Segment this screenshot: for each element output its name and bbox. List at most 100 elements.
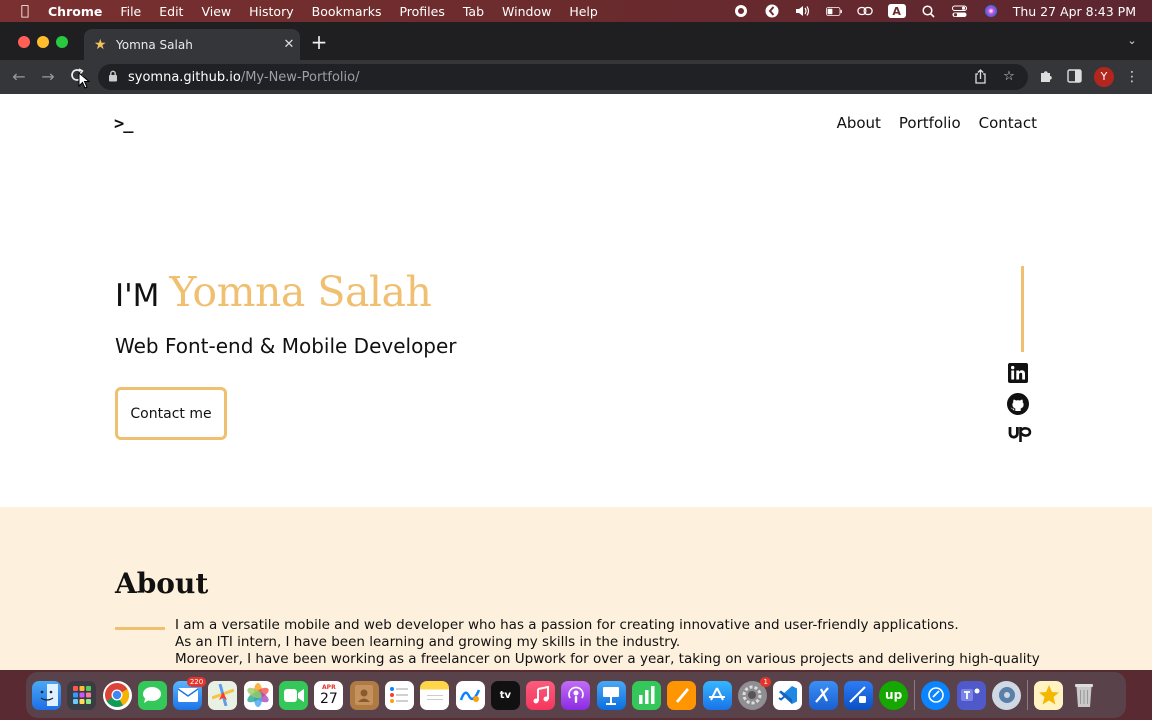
menubar-clock[interactable]: Thu 27 Apr 8:43 PM [1013,4,1136,19]
mouse-cursor-icon [78,72,90,89]
upwork-dock-icon[interactable]: up [879,680,909,710]
menu-window[interactable]: Window [502,4,551,19]
reminders-icon[interactable] [384,680,414,710]
about-heading: About [115,567,209,600]
about-accent-rule [115,627,165,630]
url-path: /My-New-Portfolio/ [240,69,360,85]
url-host: syomna.github.io [128,69,241,85]
calendar-day: 27 [319,690,338,707]
facetime-icon[interactable] [279,680,309,710]
about-line-3: Moreover, I have been working as a freel… [175,651,1040,667]
xcode-icon[interactable] [808,680,838,710]
menu-view[interactable]: View [201,4,231,19]
launchpad-icon[interactable] [67,680,97,710]
browser-chrome: ★ Yomna Salah ✕ + ⌄ ← → syomna.github.io… [0,22,1152,94]
trash-icon[interactable] [1070,681,1099,710]
notes-icon[interactable] [420,680,450,710]
new-tab-button[interactable]: + [309,32,329,52]
hero-prefix: I'M [115,278,160,314]
chrome-icon[interactable] [102,680,132,710]
finder-icon[interactable] [32,680,61,710]
tab-title: Yomna Salah [116,37,193,52]
menu-profiles[interactable]: Profiles [399,4,444,19]
menu-app-name[interactable]: Chrome [48,4,102,19]
window-close-button[interactable] [18,36,30,48]
vscode-icon[interactable] [773,680,803,710]
window-minimize-button[interactable] [37,36,49,48]
hero-heading: I'M Yomna Salah [115,268,432,316]
disk-utility-icon[interactable] [992,680,1022,710]
window-zoom-button[interactable] [56,36,68,48]
system-settings-icon[interactable]: 1 [737,676,771,710]
bookmark-star-icon[interactable]: ☆ [1001,69,1017,85]
app-store-icon[interactable] [702,680,732,710]
calendar-icon[interactable]: APR 27 [314,680,344,710]
freeform-icon[interactable] [455,680,485,710]
social-divider-line [1021,266,1024,352]
mail-unread-badge: 220 [186,676,207,687]
site-logo[interactable]: >_ [114,114,134,134]
starred-folder-icon[interactable] [1034,680,1064,710]
back-button[interactable]: ← [9,67,29,87]
about-text: I am a versatile mobile and web develope… [175,617,1040,668]
messages-icon[interactable] [137,680,167,710]
contacts-icon[interactable] [349,680,379,710]
nav-link-about[interactable]: About [837,114,881,132]
apple-tv-icon[interactable]: tv [490,680,520,710]
tab-search-chevron-icon[interactable]: ⌄ [1124,34,1140,50]
star-favicon-icon: ★ [94,36,107,53]
keynote-icon[interactable] [596,680,626,710]
simulator-icon[interactable] [843,680,873,710]
address-bar[interactable]: syomna.github.io /My-New-Portfolio/ ☆ [98,64,1028,90]
settings-badge: 1 [760,676,771,687]
apple-menu-icon[interactable]:  [16,3,34,19]
lock-icon[interactable] [108,70,122,85]
menu-bookmarks[interactable]: Bookmarks [312,4,382,19]
side-panel-icon[interactable] [1066,69,1082,85]
teams-icon[interactable] [956,680,986,710]
menu-help[interactable]: Help [569,4,598,19]
maps-icon[interactable] [208,680,238,710]
screen-record-icon[interactable] [733,4,749,18]
profile-avatar[interactable]: Y [1094,67,1114,87]
hero-name: Yomna Salah [169,268,432,316]
pages-icon[interactable] [667,680,697,710]
extensions-puzzle-icon[interactable] [1038,69,1054,85]
control-center-icon[interactable] [952,4,968,18]
contact-me-button[interactable]: Contact me [115,387,227,440]
input-source-icon[interactable]: A [887,4,906,18]
linkedin-icon[interactable] [1007,362,1029,384]
menu-history[interactable]: History [249,4,293,19]
airdrop-icon[interactable] [921,680,951,710]
menu-edit[interactable]: Edit [159,4,183,19]
tab-close-icon[interactable]: ✕ [278,37,300,52]
about-line-1: I am a versatile mobile and web develope… [175,617,959,633]
nav-link-contact[interactable]: Contact [979,114,1037,132]
podcasts-icon[interactable] [561,680,591,710]
link-icon[interactable] [856,4,873,18]
macos-dock: 220 APR 27 tv 1 up [26,672,1126,718]
music-icon[interactable] [526,680,556,710]
browser-tab-active[interactable]: ★ Yomna Salah ✕ [84,29,300,60]
nav-link-portfolio[interactable]: Portfolio [899,114,961,132]
shortcut-app-icon[interactable] [764,4,780,18]
mail-icon[interactable]: 220 [173,676,207,710]
upwork-icon[interactable] [1007,423,1033,445]
siri-icon[interactable] [983,4,999,18]
numbers-icon[interactable] [632,680,662,710]
site-nav: About Portfolio Contact [819,114,1037,132]
spotlight-search-icon[interactable] [921,4,937,18]
battery-icon[interactable] [825,4,842,18]
about-line-2: As an ITI intern, I have been learning a… [175,634,681,650]
forward-button[interactable]: → [38,67,58,87]
upwork-dock-label: up [885,688,903,702]
dock-separator [914,680,916,710]
share-icon[interactable] [972,69,988,85]
menu-file[interactable]: File [120,4,141,19]
menu-tab[interactable]: Tab [463,4,484,19]
github-icon[interactable] [1007,393,1029,415]
tab-strip: ★ Yomna Salah ✕ + ⌄ [0,22,1152,60]
photos-icon[interactable] [243,680,273,710]
more-menu-icon[interactable]: ⋮ [1124,69,1140,85]
volume-icon[interactable] [795,4,811,18]
